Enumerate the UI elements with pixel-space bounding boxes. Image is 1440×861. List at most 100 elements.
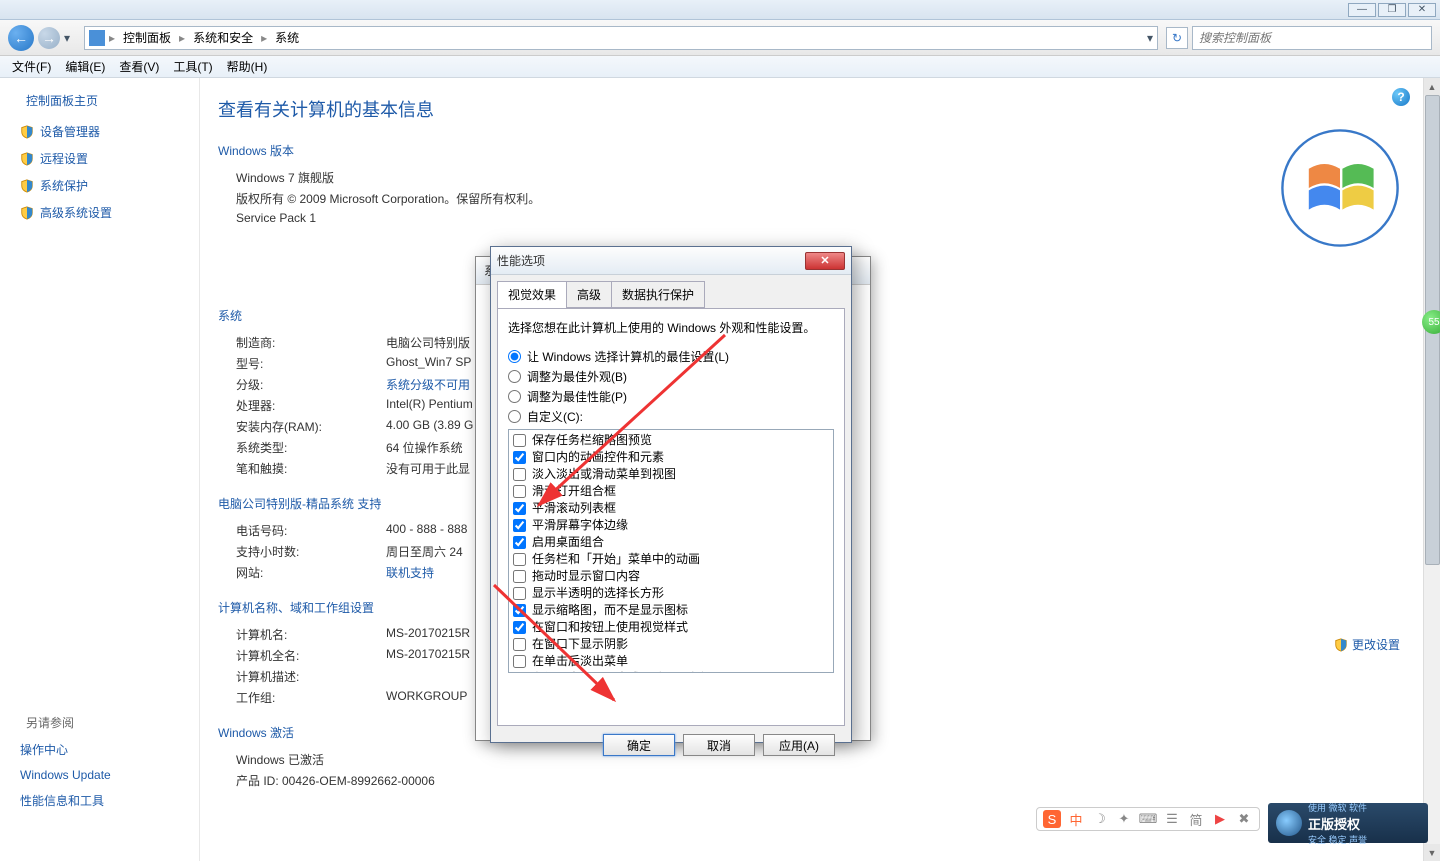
radio-option[interactable]: 调整为最佳性能(P) <box>508 388 834 405</box>
minimize-button[interactable]: — <box>1348 3 1376 17</box>
sidebar-home-link[interactable]: 控制面板主页 <box>26 92 191 109</box>
checkbox-input[interactable] <box>513 621 526 634</box>
scroll-down-button[interactable]: ▼ <box>1424 844 1440 861</box>
radio-input[interactable] <box>508 350 521 363</box>
genuine-windows-badge[interactable]: 使用 微软 软件 正版授权 安全 稳定 声誉 <box>1268 803 1428 843</box>
tab-visual-effects[interactable]: 视觉效果 <box>497 281 567 308</box>
radio-input[interactable] <box>508 370 521 383</box>
scroll-up-button[interactable]: ▲ <box>1424 78 1440 95</box>
ime-icon[interactable]: S <box>1043 810 1061 828</box>
checkbox-option[interactable]: 在窗口下显示阴影 <box>511 636 831 653</box>
sidebar-item[interactable]: 远程设置 <box>20 150 191 167</box>
record-icon[interactable]: ▶ <box>1211 810 1229 828</box>
checkbox-input[interactable] <box>513 638 526 651</box>
checkbox-label: 任务栏和「开始」菜单中的动画 <box>532 552 700 567</box>
keyboard-icon[interactable]: ⌨ <box>1139 810 1157 828</box>
ime-lang-button[interactable]: 中 <box>1067 810 1085 828</box>
checkbox-option[interactable]: 显示半透明的选择长方形 <box>511 585 831 602</box>
checkbox-option[interactable]: 在单击后淡出菜单 <box>511 653 831 670</box>
dialog-titlebar[interactable]: 性能选项 ✕ <box>491 247 851 275</box>
star-icon <box>1276 810 1302 836</box>
checkbox-option[interactable]: 任务栏和「开始」菜单中的动画 <box>511 551 831 568</box>
menu-file[interactable]: 文件(F) <box>6 56 57 77</box>
menu-edit[interactable]: 编辑(E) <box>59 56 111 77</box>
search-input[interactable] <box>1192 26 1432 50</box>
checkbox-option[interactable]: 在窗口和按钮上使用视觉样式 <box>511 619 831 636</box>
refresh-button[interactable]: ↻ <box>1166 27 1188 49</box>
radio-option[interactable]: 自定义(C): <box>508 408 834 425</box>
property-value[interactable]: 联机支持 <box>386 564 434 581</box>
property-value: Intel(R) Pentium <box>386 397 473 414</box>
checkbox-input[interactable] <box>513 468 526 481</box>
checkbox-input[interactable] <box>513 672 526 673</box>
sparkle-icon[interactable]: ✦ <box>1115 810 1133 828</box>
property-value[interactable]: 系统分级不可用 <box>386 376 470 393</box>
checkbox-option[interactable]: 启用桌面组合 <box>511 534 831 551</box>
menu-icon[interactable]: ☰ <box>1163 810 1181 828</box>
ok-button[interactable]: 确定 <box>603 734 675 756</box>
help-icon[interactable]: ? <box>1392 88 1410 106</box>
ime-toolbar[interactable]: S 中 ☽ ✦ ⌨ ☰ 简 ▶ ✖ <box>1036 807 1260 831</box>
sidebar-item[interactable]: 设备管理器 <box>20 123 191 140</box>
moon-icon[interactable]: ☽ <box>1091 810 1109 828</box>
checkbox-input[interactable] <box>513 451 526 464</box>
tab-advanced[interactable]: 高级 <box>566 281 612 308</box>
checkbox-input[interactable] <box>513 553 526 566</box>
checkbox-input[interactable] <box>513 502 526 515</box>
breadcrumb-dropdown[interactable]: ▾ <box>1147 31 1153 45</box>
vertical-scrollbar[interactable]: ▲ ▼ <box>1423 78 1440 861</box>
radio-label: 让 Windows 选择计算机的最佳设置(L) <box>527 348 729 365</box>
checkbox-input[interactable] <box>513 587 526 600</box>
checkbox-input[interactable] <box>513 604 526 617</box>
change-settings-link[interactable]: 更改设置 <box>1334 636 1400 653</box>
checkbox-option[interactable]: 滑动打开组合框 <box>511 483 831 500</box>
menu-tools[interactable]: 工具(T) <box>167 56 218 77</box>
nav-forward-button[interactable]: → <box>38 27 60 49</box>
checkbox-input[interactable] <box>513 655 526 668</box>
breadcrumb-item[interactable]: 系统 <box>271 27 303 48</box>
radio-input[interactable] <box>508 410 521 423</box>
checkbox-input[interactable] <box>513 485 526 498</box>
info-text: Service Pack 1 <box>236 211 1410 225</box>
checkbox-option[interactable]: 窗口内的动画控件和元素 <box>511 449 831 466</box>
sidebar-also-item[interactable]: 操作中心 <box>20 741 191 758</box>
radio-option[interactable]: 让 Windows 选择计算机的最佳设置(L) <box>508 348 834 365</box>
property-label: 计算机全名: <box>236 647 386 664</box>
checkbox-option[interactable]: 淡入淡出或滑动菜单到视图 <box>511 466 831 483</box>
apply-button[interactable]: 应用(A) <box>763 734 835 756</box>
tab-dep[interactable]: 数据执行保护 <box>611 281 705 308</box>
dialog-close-button[interactable]: ✕ <box>805 252 845 270</box>
sidebar-item[interactable]: 系统保护 <box>20 177 191 194</box>
breadcrumb[interactable]: ▸ 控制面板 ▸ 系统和安全 ▸ 系统 ▾ <box>84 26 1158 50</box>
checkbox-option[interactable]: 保存任务栏缩略图预览 <box>511 432 831 449</box>
sidebar-also-item[interactable]: Windows Update <box>20 768 191 782</box>
checkbox-input[interactable] <box>513 434 526 447</box>
checkbox-option[interactable]: 拖动时显示窗口内容 <box>511 568 831 585</box>
cancel-button[interactable]: 取消 <box>683 734 755 756</box>
menu-view[interactable]: 查看(V) <box>113 56 165 77</box>
ime-simplified-button[interactable]: 简 <box>1187 810 1205 828</box>
sidebar-item[interactable]: 高级系统设置 <box>20 204 191 221</box>
checkbox-list[interactable]: 保存任务栏缩略图预览窗口内的动画控件和元素淡入淡出或滑动菜单到视图滑动打开组合框… <box>508 429 834 673</box>
checkbox-option[interactable]: 显示缩略图，而不是显示图标 <box>511 602 831 619</box>
checkbox-input[interactable] <box>513 536 526 549</box>
checkbox-option[interactable]: 平滑屏幕字体边缘 <box>511 517 831 534</box>
menu-help[interactable]: 帮助(H) <box>221 56 274 77</box>
checkbox-input[interactable] <box>513 570 526 583</box>
checkbox-input[interactable] <box>513 519 526 532</box>
sidebar-item-label: 性能信息和工具 <box>20 792 104 809</box>
sidebar-also-item[interactable]: 性能信息和工具 <box>20 792 191 809</box>
breadcrumb-item[interactable]: 控制面板 <box>119 27 175 48</box>
radio-option[interactable]: 调整为最佳外观(B) <box>508 368 834 385</box>
breadcrumb-item[interactable]: 系统和安全 <box>189 27 257 48</box>
nav-back-button[interactable]: ← <box>8 25 34 51</box>
property-value: MS-20170215R <box>386 626 470 643</box>
radio-input[interactable] <box>508 390 521 403</box>
close-button[interactable]: ✕ <box>1408 3 1436 17</box>
maximize-button[interactable]: ❐ <box>1378 3 1406 17</box>
close-icon[interactable]: ✖ <box>1235 810 1253 828</box>
checkbox-option[interactable]: 在视图中淡入淡出或滑动工具条提示 <box>511 670 831 673</box>
nav-history-dropdown[interactable]: ▾ <box>64 31 76 45</box>
checkbox-option[interactable]: 平滑滚动列表框 <box>511 500 831 517</box>
notification-badge[interactable]: 55 <box>1422 310 1440 334</box>
